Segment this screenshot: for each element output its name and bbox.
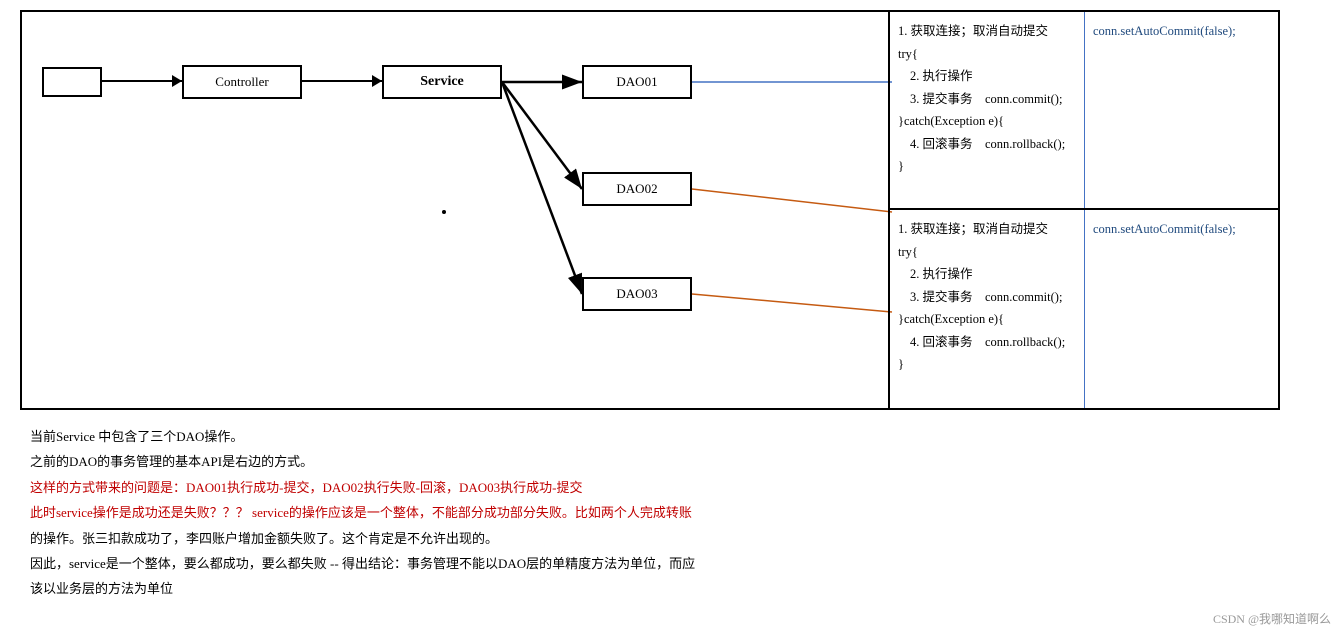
dao01-box: DAO01 [582,65,692,99]
diagram-area: Controller Service DAO01 DAO02 DAO03 [20,10,1280,410]
tx1-line4: 3. 提交事务 conn.commit(); [898,88,1076,111]
watermark-text: CSDN @我哪知道啊么 [1213,612,1331,626]
desc-line4-text: 此时service操作是成功还是失败？？？ service的操作应该是一个整体，… [30,505,692,520]
tx1-line6: 4. 回滚事务 conn.rollback(); [898,133,1076,156]
dao03-label: DAO03 [616,286,657,302]
tx2-line6: 4. 回滚事务 conn.rollback(); [898,331,1076,354]
tx1-line5: }catch(Exception e){ [898,110,1076,133]
tx2-line3: 2. 执行操作 [898,263,1076,286]
transaction-left-1: 1. 获取连接；取消自动提交 try{ 2. 执行操作 3. 提交事务 conn… [890,12,1085,208]
dao01-label: DAO01 [616,74,657,90]
tx1-line7: } [898,155,1076,178]
tx1-right-code: conn.setAutoCommit(false); [1093,24,1236,38]
desc-line1: 当前Service 中包含了三个DAO操作。 [30,425,1311,448]
transaction-right-2: conn.setAutoCommit(false); [1085,210,1280,408]
arrow-left-to-controller [102,80,182,82]
desc-line7: 该以业务层的方法为单位 [30,577,1311,600]
dao02-label: DAO02 [616,181,657,197]
transaction-section-1: 1. 获取连接；取消自动提交 try{ 2. 执行操作 3. 提交事务 conn… [890,12,1278,210]
dot-marker [442,210,446,214]
main-container: Controller Service DAO01 DAO02 DAO03 [0,0,1341,618]
right-panel: 1. 获取连接；取消自动提交 try{ 2. 执行操作 3. 提交事务 conn… [888,12,1278,408]
desc-line6: 因此，service是一个整体，要么都成功，要么都失败 -- 得出结论：事务管理… [30,552,1311,575]
desc-line2: 之前的DAO的事务管理的基本API是右边的方式。 [30,450,1311,473]
tx1-line2: try{ [898,43,1076,66]
description-area: 当前Service 中包含了三个DAO操作。 之前的DAO的事务管理的基本API… [20,420,1321,608]
desc-line3-text: 这样的方式带来的问题是：DAO01执行成功-提交，DAO02执行失败-回滚，DA… [30,480,582,495]
dao03-box: DAO03 [582,277,692,311]
tx2-line1: 1. 获取连接；取消自动提交 [898,218,1076,241]
tx2-line4: 3. 提交事务 conn.commit(); [898,286,1076,309]
desc-line3: 这样的方式带来的问题是：DAO01执行成功-提交，DAO02执行失败-回滚，DA… [30,476,1311,499]
left-box [42,67,102,97]
arrow-controller-to-service [302,80,382,82]
tx1-line1: 1. 获取连接；取消自动提交 [898,20,1076,43]
service-box: Service [382,65,502,99]
transaction-section-2: 1. 获取连接；取消自动提交 try{ 2. 执行操作 3. 提交事务 conn… [890,210,1278,408]
controller-label: Controller [215,74,268,90]
controller-box: Controller [182,65,302,99]
service-label: Service [420,74,464,90]
tx2-line7: } [898,353,1076,376]
tx1-line3: 2. 执行操作 [898,65,1076,88]
tx2-line2: try{ [898,241,1076,264]
desc-line5: 的操作。张三扣款成功了，李四账户增加金额失败了。这个肯定是不允许出现的。 [30,527,1311,550]
transaction-left-2: 1. 获取连接；取消自动提交 try{ 2. 执行操作 3. 提交事务 conn… [890,210,1085,408]
transaction-right-1: conn.setAutoCommit(false); [1085,12,1280,208]
tx2-right-code: conn.setAutoCommit(false); [1093,222,1236,236]
tx2-line5: }catch(Exception e){ [898,308,1076,331]
watermark: CSDN @我哪知道啊么 [1213,610,1331,627]
dao02-box: DAO02 [582,172,692,206]
desc-line4: 此时service操作是成功还是失败？？？ service的操作应该是一个整体，… [30,501,1311,524]
